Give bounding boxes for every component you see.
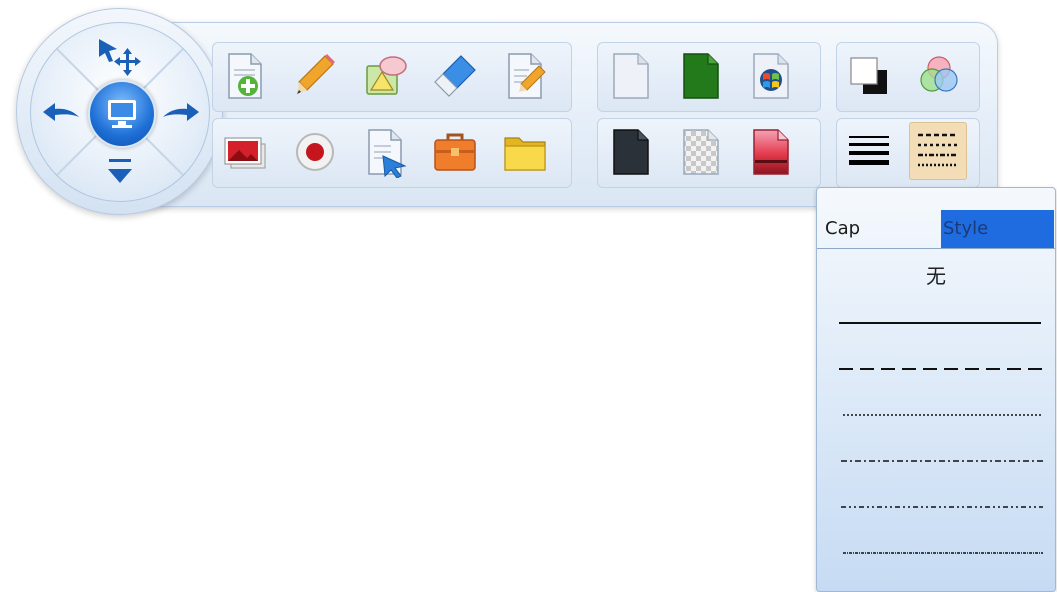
record-button[interactable] <box>287 124 343 180</box>
black-background-button[interactable] <box>602 124 658 180</box>
line-width-button[interactable] <box>841 124 897 180</box>
color-swatch-icon <box>850 57 887 94</box>
picture-icon <box>224 137 266 169</box>
white-background-button[interactable] <box>602 48 658 104</box>
line-style-button[interactable] <box>909 122 967 180</box>
eraser-icon <box>434 55 476 97</box>
style-option-dense-dot[interactable] <box>839 542 1043 562</box>
dot-line-sample <box>843 414 1043 416</box>
export-document-button[interactable] <box>357 124 413 180</box>
green-background-icon <box>683 53 719 99</box>
toolbox-button[interactable] <box>427 124 483 180</box>
dropdown-tabs: Cap Style <box>817 210 1055 249</box>
dense-dot-line-sample <box>843 552 1043 554</box>
next-page-button[interactable] <box>159 97 203 127</box>
monitor-icon <box>108 100 136 128</box>
collapse-button[interactable] <box>101 151 139 191</box>
tab-style[interactable]: Style <box>941 210 1054 248</box>
picture-button[interactable] <box>217 124 273 180</box>
new-page-button[interactable] <box>217 48 273 104</box>
pencil-button[interactable] <box>287 48 343 104</box>
folder-button[interactable] <box>497 124 553 180</box>
solid-line-sample <box>839 322 1041 324</box>
export-document-icon <box>368 129 407 178</box>
image-background-icon <box>753 129 789 175</box>
style-option-dot[interactable] <box>839 404 1043 424</box>
dash-dot-line-sample <box>841 460 1043 462</box>
style-option-none[interactable]: 无 <box>817 260 1055 289</box>
new-page-icon <box>228 53 262 99</box>
desktop-mode-button[interactable] <box>88 80 156 148</box>
transparent-background-icon <box>683 129 719 175</box>
line-style-icon <box>918 133 958 167</box>
style-option-dash-dot[interactable] <box>839 450 1043 470</box>
arrow-right-icon <box>163 103 199 121</box>
line-width-icon <box>849 136 889 165</box>
arrow-left-icon <box>43 103 79 121</box>
tab-cap[interactable]: Cap <box>825 210 860 248</box>
folder-icon <box>504 137 546 171</box>
dash-line-sample <box>839 368 1043 370</box>
select-move-button[interactable] <box>93 35 149 77</box>
previous-page-button[interactable] <box>39 97 83 127</box>
shapes-button[interactable] <box>357 48 413 104</box>
edit-document-button[interactable] <box>497 48 553 104</box>
image-background-button[interactable] <box>742 124 798 180</box>
dash-dot-dot-line-sample <box>841 506 1043 508</box>
green-background-button[interactable] <box>672 48 728 104</box>
black-background-icon <box>613 129 649 175</box>
select-move-icon <box>99 39 141 76</box>
edit-document-icon <box>508 53 546 99</box>
color-swatch-button[interactable] <box>841 48 897 104</box>
style-option-dash-dot-dot[interactable] <box>839 496 1043 516</box>
eraser-button[interactable] <box>427 48 483 104</box>
desktop-background-button[interactable] <box>742 48 798 104</box>
collapse-down-icon <box>108 159 132 183</box>
style-option-solid[interactable] <box>839 312 1043 332</box>
transparent-background-button[interactable] <box>672 124 728 180</box>
white-background-icon <box>613 53 649 99</box>
pencil-icon <box>297 54 335 94</box>
record-icon <box>296 133 334 171</box>
toolbox-icon <box>434 133 476 171</box>
navigation-wheel <box>30 22 210 202</box>
desktop-background-icon <box>753 53 789 99</box>
shapes-icon <box>366 56 407 95</box>
line-style-dropdown: Cap Style 无 <box>816 187 1056 592</box>
style-option-dash[interactable] <box>839 358 1043 378</box>
color-mix-icon <box>920 56 958 92</box>
color-mix-button[interactable] <box>911 48 967 104</box>
